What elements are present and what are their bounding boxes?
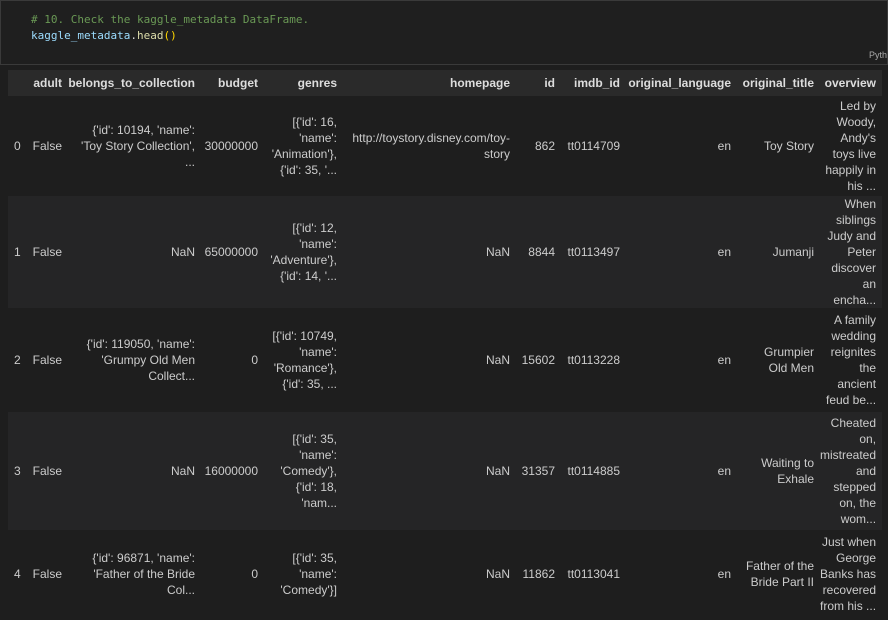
cell-belongs-to-collection: NaN [68,412,201,530]
cell-belongs-to-collection: NaN [68,196,201,308]
cell-adult: False [30,196,68,308]
cell-id: 862 [516,96,561,196]
cell-imdb-id: tt0114885 [561,412,626,530]
table-row: 0 False {'id': 10194, 'name': 'Toy Story Co… [8,96,883,196]
code-comment: # 10. Check the kaggle_metadata DataFram… [31,13,310,26]
dataframe-output: adult belongs_to_collection budget genres ho… [8,70,883,618]
column-header-budget: budget [201,70,264,96]
cell-adult: False [30,96,68,196]
table-row: 4 False {'id': 96871, 'name': 'Father of th… [8,530,883,618]
column-header-original-title: original_title [737,70,820,96]
column-header-index [8,70,30,96]
row-index: 0 [8,96,30,196]
table-header-row: adult belongs_to_collection budget genres ho… [8,70,883,96]
cell-budget: 0 [201,530,264,618]
cell-genres: [{'id': 10749,'name': 'Romance'}, {'id': 3… [264,308,343,412]
code-cell[interactable]: # 10. Check the kaggle_metadata DataFram… [0,0,888,65]
cell-id: 15602 [516,308,561,412]
table-row: 1 False NaN 65000000 [{'id': 12,'name': 'Adve… [8,196,883,308]
column-header-overview: overview [820,70,883,96]
code-function: head [136,29,164,42]
row-index: 2 [8,308,30,412]
cell-genres: [{'id': 35,'name': 'Comedy'}] [264,530,343,618]
code-variable: kaggle_metadata [31,29,131,42]
table-row: 2 False {'id': 119050, 'name': 'Grumpy Old … [8,308,883,412]
row-index: 3 [8,412,30,530]
cell-belongs-to-collection: {'id': 10194, 'name': 'Toy Story Collecti… [68,96,201,196]
cell-imdb-id: tt0113041 [561,530,626,618]
cell-belongs-to-collection: {'id': 119050, 'name': 'Grumpy Old Men Col… [68,308,201,412]
cell-imdb-id: tt0113228 [561,308,626,412]
cell-overview: Just when George Banks has recovered from hi… [820,530,883,618]
cell-homepage: NaN [343,412,516,530]
cell-overview: A family wedding reignites the ancient feud b… [820,308,883,412]
column-header-belongs-to-collection: belongs_to_collection [68,70,201,96]
cell-original-language: en [626,308,737,412]
cell-homepage: http://toystory.disney.com/toy-story [343,96,516,196]
cell-original-language: en [626,196,737,308]
cell-genres: [{'id': 35,'name': 'Comedy'}, {'id': 18,'n… [264,412,343,530]
cell-homepage: NaN [343,530,516,618]
cell-adult: False [30,412,68,530]
cell-original-title: Toy Story [737,96,820,196]
column-header-imdb-id: imdb_id [561,70,626,96]
code-line: kaggle_metadata.head() [31,29,177,42]
code-dot: . [130,29,137,42]
cell-original-language: en [626,412,737,530]
cell-budget: 30000000 [201,96,264,196]
cell-genres: [{'id': 16,'name': 'Animation'}, {'id': 35… [264,96,343,196]
column-header-id: id [516,70,561,96]
column-header-genres: genres [264,70,343,96]
row-index: 1 [8,196,30,308]
column-header-adult: adult [30,70,68,96]
row-index: 4 [8,530,30,618]
cell-homepage: NaN [343,196,516,308]
cell-id: 31357 [516,412,561,530]
column-header-original-language: original_language [626,70,737,96]
cell-adult: False [30,308,68,412]
cell-id: 11862 [516,530,561,618]
cell-budget: 16000000 [201,412,264,530]
language-label[interactable]: Pyth [869,50,887,60]
cell-homepage: NaN [343,308,516,412]
code-parens: () [163,29,177,42]
cell-id: 8844 [516,196,561,308]
cell-original-language: en [626,530,737,618]
cell-budget: 65000000 [201,196,264,308]
column-header-homepage: homepage [343,70,516,96]
cell-original-title: Father of the Bride Part II [737,530,820,618]
cell-original-title: Waiting to Exhale [737,412,820,530]
cell-original-language: en [626,96,737,196]
cell-original-title: Jumanji [737,196,820,308]
cell-overview: When siblings Judy and Peter discover an ench… [820,196,883,308]
cell-original-title: Grumpier Old Men [737,308,820,412]
cell-overview: Cheated on, mistreated and stepped on, the wom… [820,412,883,530]
cell-adult: False [30,530,68,618]
cell-belongs-to-collection: {'id': 96871, 'name': 'Father of the Brid… [68,530,201,618]
table-row: 3 False NaN 16000000 [{'id': 35,'name': 'Come… [8,412,883,530]
cell-budget: 0 [201,308,264,412]
cell-genres: [{'id': 12,'name': 'Adventure'}, {'id': 14… [264,196,343,308]
cell-imdb-id: tt0114709 [561,96,626,196]
cell-overview: Led by Woody, Andy's toys live happily in his… [820,96,883,196]
cell-imdb-id: tt0113497 [561,196,626,308]
